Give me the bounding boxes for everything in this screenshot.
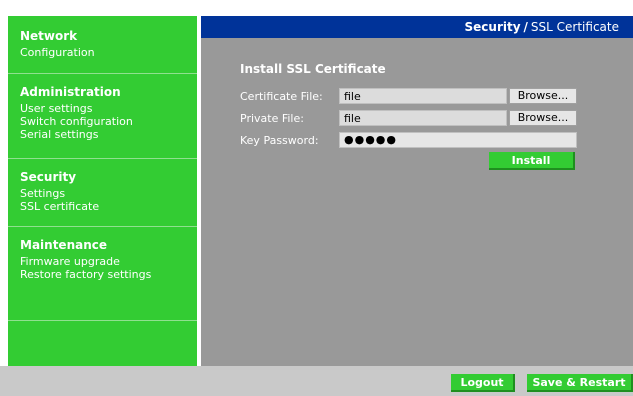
breadcrumb: Security / SSL Certificate bbox=[465, 20, 620, 34]
save-restart-button[interactable]: Save & Restart bbox=[527, 374, 633, 392]
sidebar-item-settings[interactable]: Settings bbox=[20, 187, 65, 200]
sidebar-title-security: Security bbox=[20, 170, 77, 184]
logout-button[interactable]: Logout bbox=[451, 374, 515, 392]
header-bar: Security / SSL Certificate bbox=[201, 16, 633, 38]
sidebar-section-security: Security Settings SSL certificate bbox=[8, 159, 197, 227]
breadcrumb-section: Security bbox=[464, 20, 521, 34]
breadcrumb-page: SSL Certificate bbox=[530, 20, 619, 34]
sidebar-item-ssl-certificate[interactable]: SSL certificate bbox=[20, 200, 99, 213]
sidebar-section-administration: Administration User settings Switch conf… bbox=[8, 74, 197, 159]
certificate-file-label: Certificate File: bbox=[240, 90, 323, 103]
install-button[interactable]: Install bbox=[489, 152, 575, 170]
private-browse-button[interactable]: Browse... bbox=[509, 110, 577, 126]
sidebar-item-serial-settings[interactable]: Serial settings bbox=[20, 128, 99, 141]
form-title: Install SSL Certificate bbox=[240, 62, 386, 76]
sidebar-section-maintenance: Maintenance Firmware upgrade Restore fac… bbox=[8, 227, 197, 321]
sidebar-item-restore-factory-settings[interactable]: Restore factory settings bbox=[20, 268, 151, 281]
sidebar-nav: Network Configuration Administration Use… bbox=[8, 16, 197, 366]
sidebar-item-switch-configuration[interactable]: Switch configuration bbox=[20, 115, 133, 128]
key-password-label: Key Password: bbox=[240, 134, 319, 147]
certificate-browse-button[interactable]: Browse... bbox=[509, 88, 577, 104]
sidebar-item-configuration[interactable]: Configuration bbox=[20, 46, 95, 59]
key-password-input[interactable]: ●●●●● bbox=[339, 132, 577, 148]
private-file-input[interactable] bbox=[339, 110, 507, 126]
sidebar-section-network: Network Configuration bbox=[8, 16, 197, 74]
sidebar-title-maintenance: Maintenance bbox=[20, 238, 108, 252]
sidebar-item-firmware-upgrade[interactable]: Firmware upgrade bbox=[20, 255, 120, 268]
private-file-label: Private File: bbox=[240, 112, 304, 125]
certificate-file-input[interactable] bbox=[339, 88, 507, 104]
sidebar-title-administration: Administration bbox=[20, 85, 121, 99]
main-content: Security / SSL Certificate Install SSL Cer… bbox=[201, 16, 633, 366]
sidebar-title-network: Network bbox=[20, 29, 78, 43]
sidebar-item-user-settings[interactable]: User settings bbox=[20, 102, 92, 115]
breadcrumb-separator: / bbox=[523, 20, 528, 34]
